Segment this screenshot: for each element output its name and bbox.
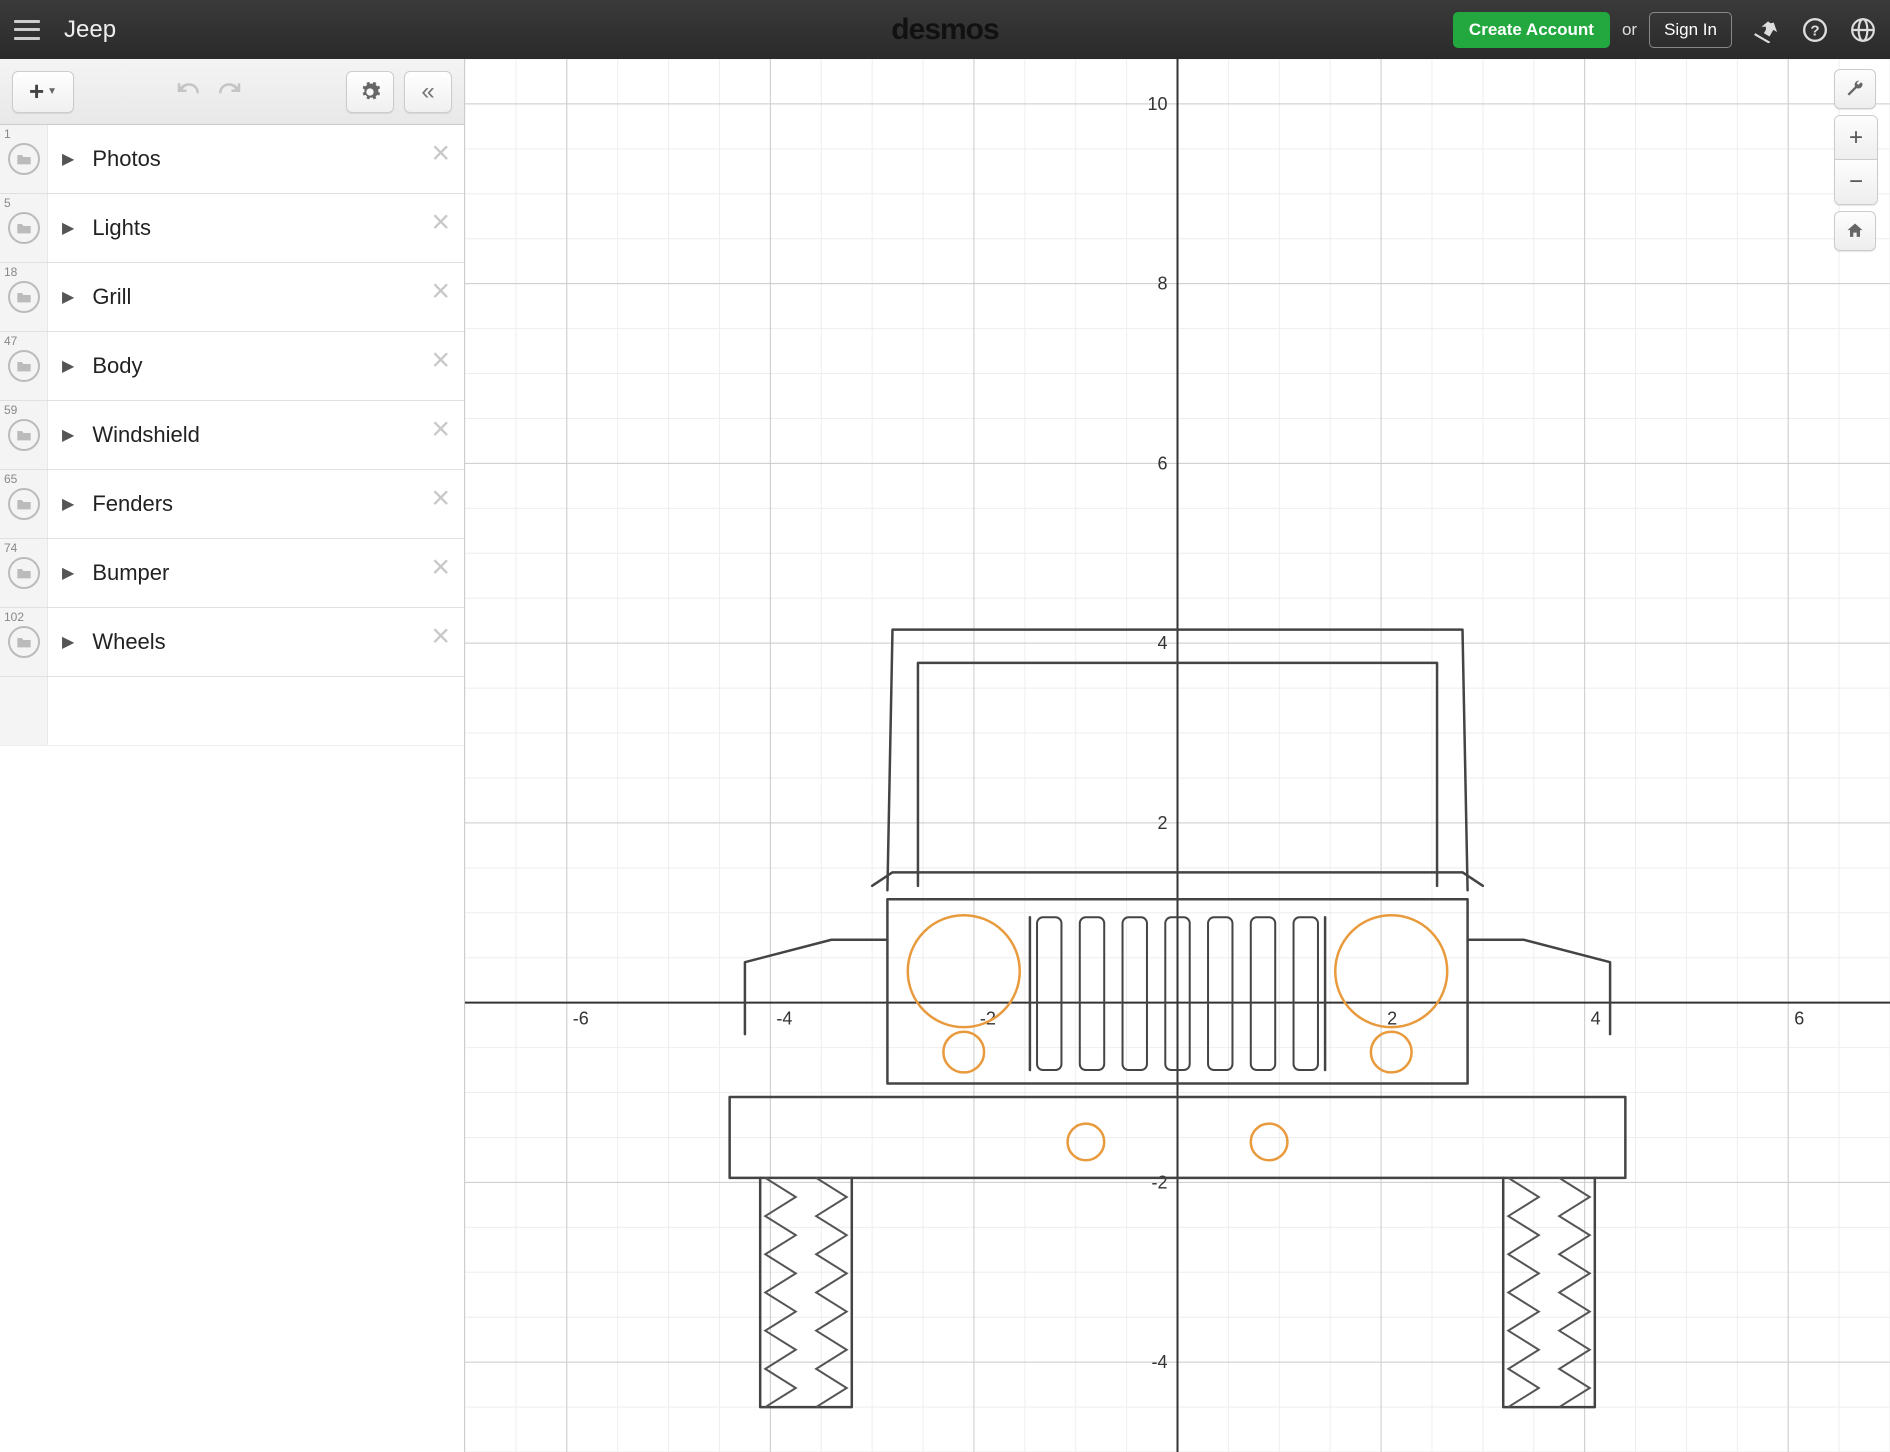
redo-button[interactable] [214,77,244,107]
row-gutter [0,677,48,745]
wrench-button[interactable] [1834,69,1876,109]
app-header: Jeep desmos Create Account or Sign In ? [0,0,1890,59]
settings-button[interactable] [346,71,394,113]
caret-down-icon: ▼ [47,86,57,97]
folder-label: Lights [92,215,151,241]
expression-list: 1 ▶ Photos × 5 ▶ Lights × 18 ▶ Grill × [0,125,464,1452]
close-icon[interactable]: × [431,137,450,169]
close-icon[interactable]: × [431,206,450,238]
close-icon[interactable]: × [431,551,450,583]
caret-right-icon[interactable]: ▶ [62,149,74,169]
chevron-left-icon: « [421,78,434,106]
graph-svg: -6-4-2246108642-2-4 [465,59,1890,1452]
close-icon[interactable]: × [431,482,450,514]
caret-right-icon[interactable]: ▶ [62,563,74,583]
close-icon[interactable]: × [431,620,450,652]
folder-row-windshield[interactable]: 59 ▶ Windshield × [0,401,464,470]
folder-icon[interactable] [8,350,40,382]
expression-sidebar: + ▼ « 1 ▶ Photos × 5 [0,59,465,1452]
folder-row-fenders[interactable]: 65 ▶ Fenders × [0,470,464,539]
brand-logo: desmos [891,13,998,47]
caret-right-icon[interactable]: ▶ [62,287,74,307]
folder-icon[interactable] [8,488,40,520]
folder-label: Photos [92,146,161,172]
caret-right-icon[interactable]: ▶ [62,494,74,514]
svg-text:4: 4 [1591,1009,1601,1029]
sign-in-button[interactable]: Sign In [1649,12,1732,48]
home-icon [1845,221,1865,241]
svg-text:-6: -6 [573,1009,589,1029]
svg-text:8: 8 [1157,274,1167,294]
svg-text:10: 10 [1147,94,1167,114]
minus-icon: − [1849,168,1863,196]
close-icon[interactable]: × [431,275,450,307]
folder-label: Windshield [92,422,200,448]
plus-icon: + [29,76,44,107]
home-button[interactable] [1834,211,1876,251]
add-expression-button[interactable]: + ▼ [12,71,74,113]
caret-right-icon[interactable]: ▶ [62,632,74,652]
row-index: 74 [4,541,17,555]
row-index: 5 [4,196,11,210]
folder-row-photos[interactable]: 1 ▶ Photos × [0,125,464,194]
svg-text:2: 2 [1157,813,1167,833]
folder-icon[interactable] [8,419,40,451]
collapse-sidebar-button[interactable]: « [404,71,452,113]
folder-icon[interactable] [8,626,40,658]
svg-text:?: ? [1810,22,1819,39]
undo-button[interactable] [174,77,204,107]
plus-icon: + [1849,124,1863,152]
language-icon[interactable] [1850,17,1876,43]
svg-text:-4: -4 [1151,1352,1167,1372]
caret-right-icon[interactable]: ▶ [62,425,74,445]
wrench-icon [1845,79,1865,99]
folder-icon[interactable] [8,557,40,589]
empty-expression-row[interactable]: 127 [0,677,464,746]
caret-right-icon[interactable]: ▶ [62,356,74,376]
svg-text:2: 2 [1387,1009,1397,1029]
zoom-out-button[interactable]: − [1835,160,1877,204]
folder-label: Body [92,353,142,379]
graph-canvas[interactable]: -6-4-2246108642-2-4 + − [465,59,1890,1452]
row-index: 1 [4,127,11,141]
svg-text:-2: -2 [1151,1172,1167,1192]
svg-text:6: 6 [1157,453,1167,473]
folder-row-body[interactable]: 47 ▶ Body × [0,332,464,401]
svg-text:-4: -4 [776,1009,792,1029]
help-icon[interactable]: ? [1802,17,1828,43]
row-index: 59 [4,403,17,417]
folder-label: Bumper [92,560,169,586]
close-icon[interactable]: × [431,413,450,445]
folder-label: Wheels [92,629,165,655]
svg-text:4: 4 [1157,633,1167,653]
folder-row-lights[interactable]: 5 ▶ Lights × [0,194,464,263]
sidebar-toolbar: + ▼ « [0,59,464,125]
folder-icon[interactable] [8,143,40,175]
create-account-button[interactable]: Create Account [1453,12,1610,48]
row-index: 18 [4,265,17,279]
row-index: 47 [4,334,17,348]
svg-text:6: 6 [1794,1009,1804,1029]
or-text: or [1622,20,1637,40]
close-icon[interactable]: × [431,344,450,376]
share-icon[interactable] [1754,17,1780,43]
row-index: 102 [4,610,24,624]
folder-icon[interactable] [8,281,40,313]
folder-row-wheels[interactable]: 102 ▶ Wheels × [0,608,464,677]
folder-row-bumper[interactable]: 74 ▶ Bumper × [0,539,464,608]
menu-icon[interactable] [14,20,40,40]
gear-icon [359,81,381,103]
folder-row-grill[interactable]: 18 ▶ Grill × [0,263,464,332]
main-area: + ▼ « 1 ▶ Photos × 5 [0,59,1890,1452]
row-index: 65 [4,472,17,486]
folder-label: Fenders [92,491,173,517]
caret-right-icon[interactable]: ▶ [62,218,74,238]
graph-controls: + − [1834,69,1878,251]
document-title: Jeep [64,16,116,44]
folder-icon[interactable] [8,212,40,244]
folder-label: Grill [92,284,131,310]
zoom-in-button[interactable]: + [1835,116,1877,160]
